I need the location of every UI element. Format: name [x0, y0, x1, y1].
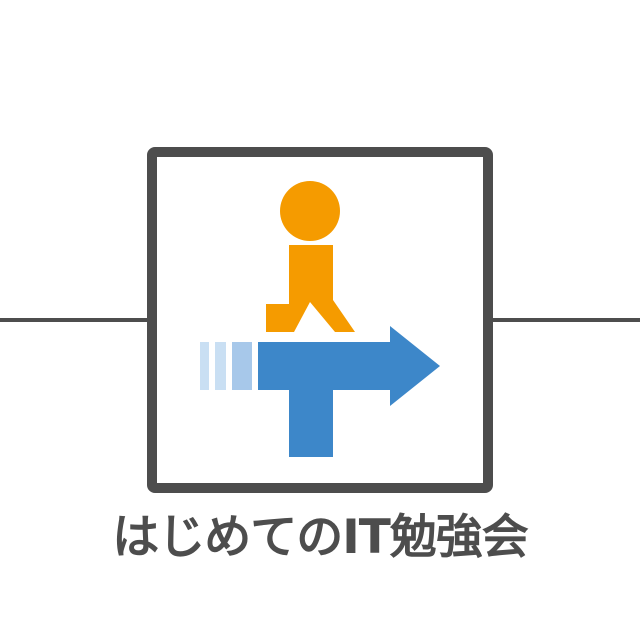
logo-title: はじめてのIT勉強会 [112, 510, 529, 565]
motion-trail-icon [200, 342, 252, 390]
logo-canvas: はじめてのIT勉強会 [0, 0, 640, 640]
trail-bar-1 [200, 342, 209, 390]
trail-bar-3 [232, 342, 252, 390]
person-head [280, 181, 340, 241]
trail-bar-2 [215, 342, 226, 390]
